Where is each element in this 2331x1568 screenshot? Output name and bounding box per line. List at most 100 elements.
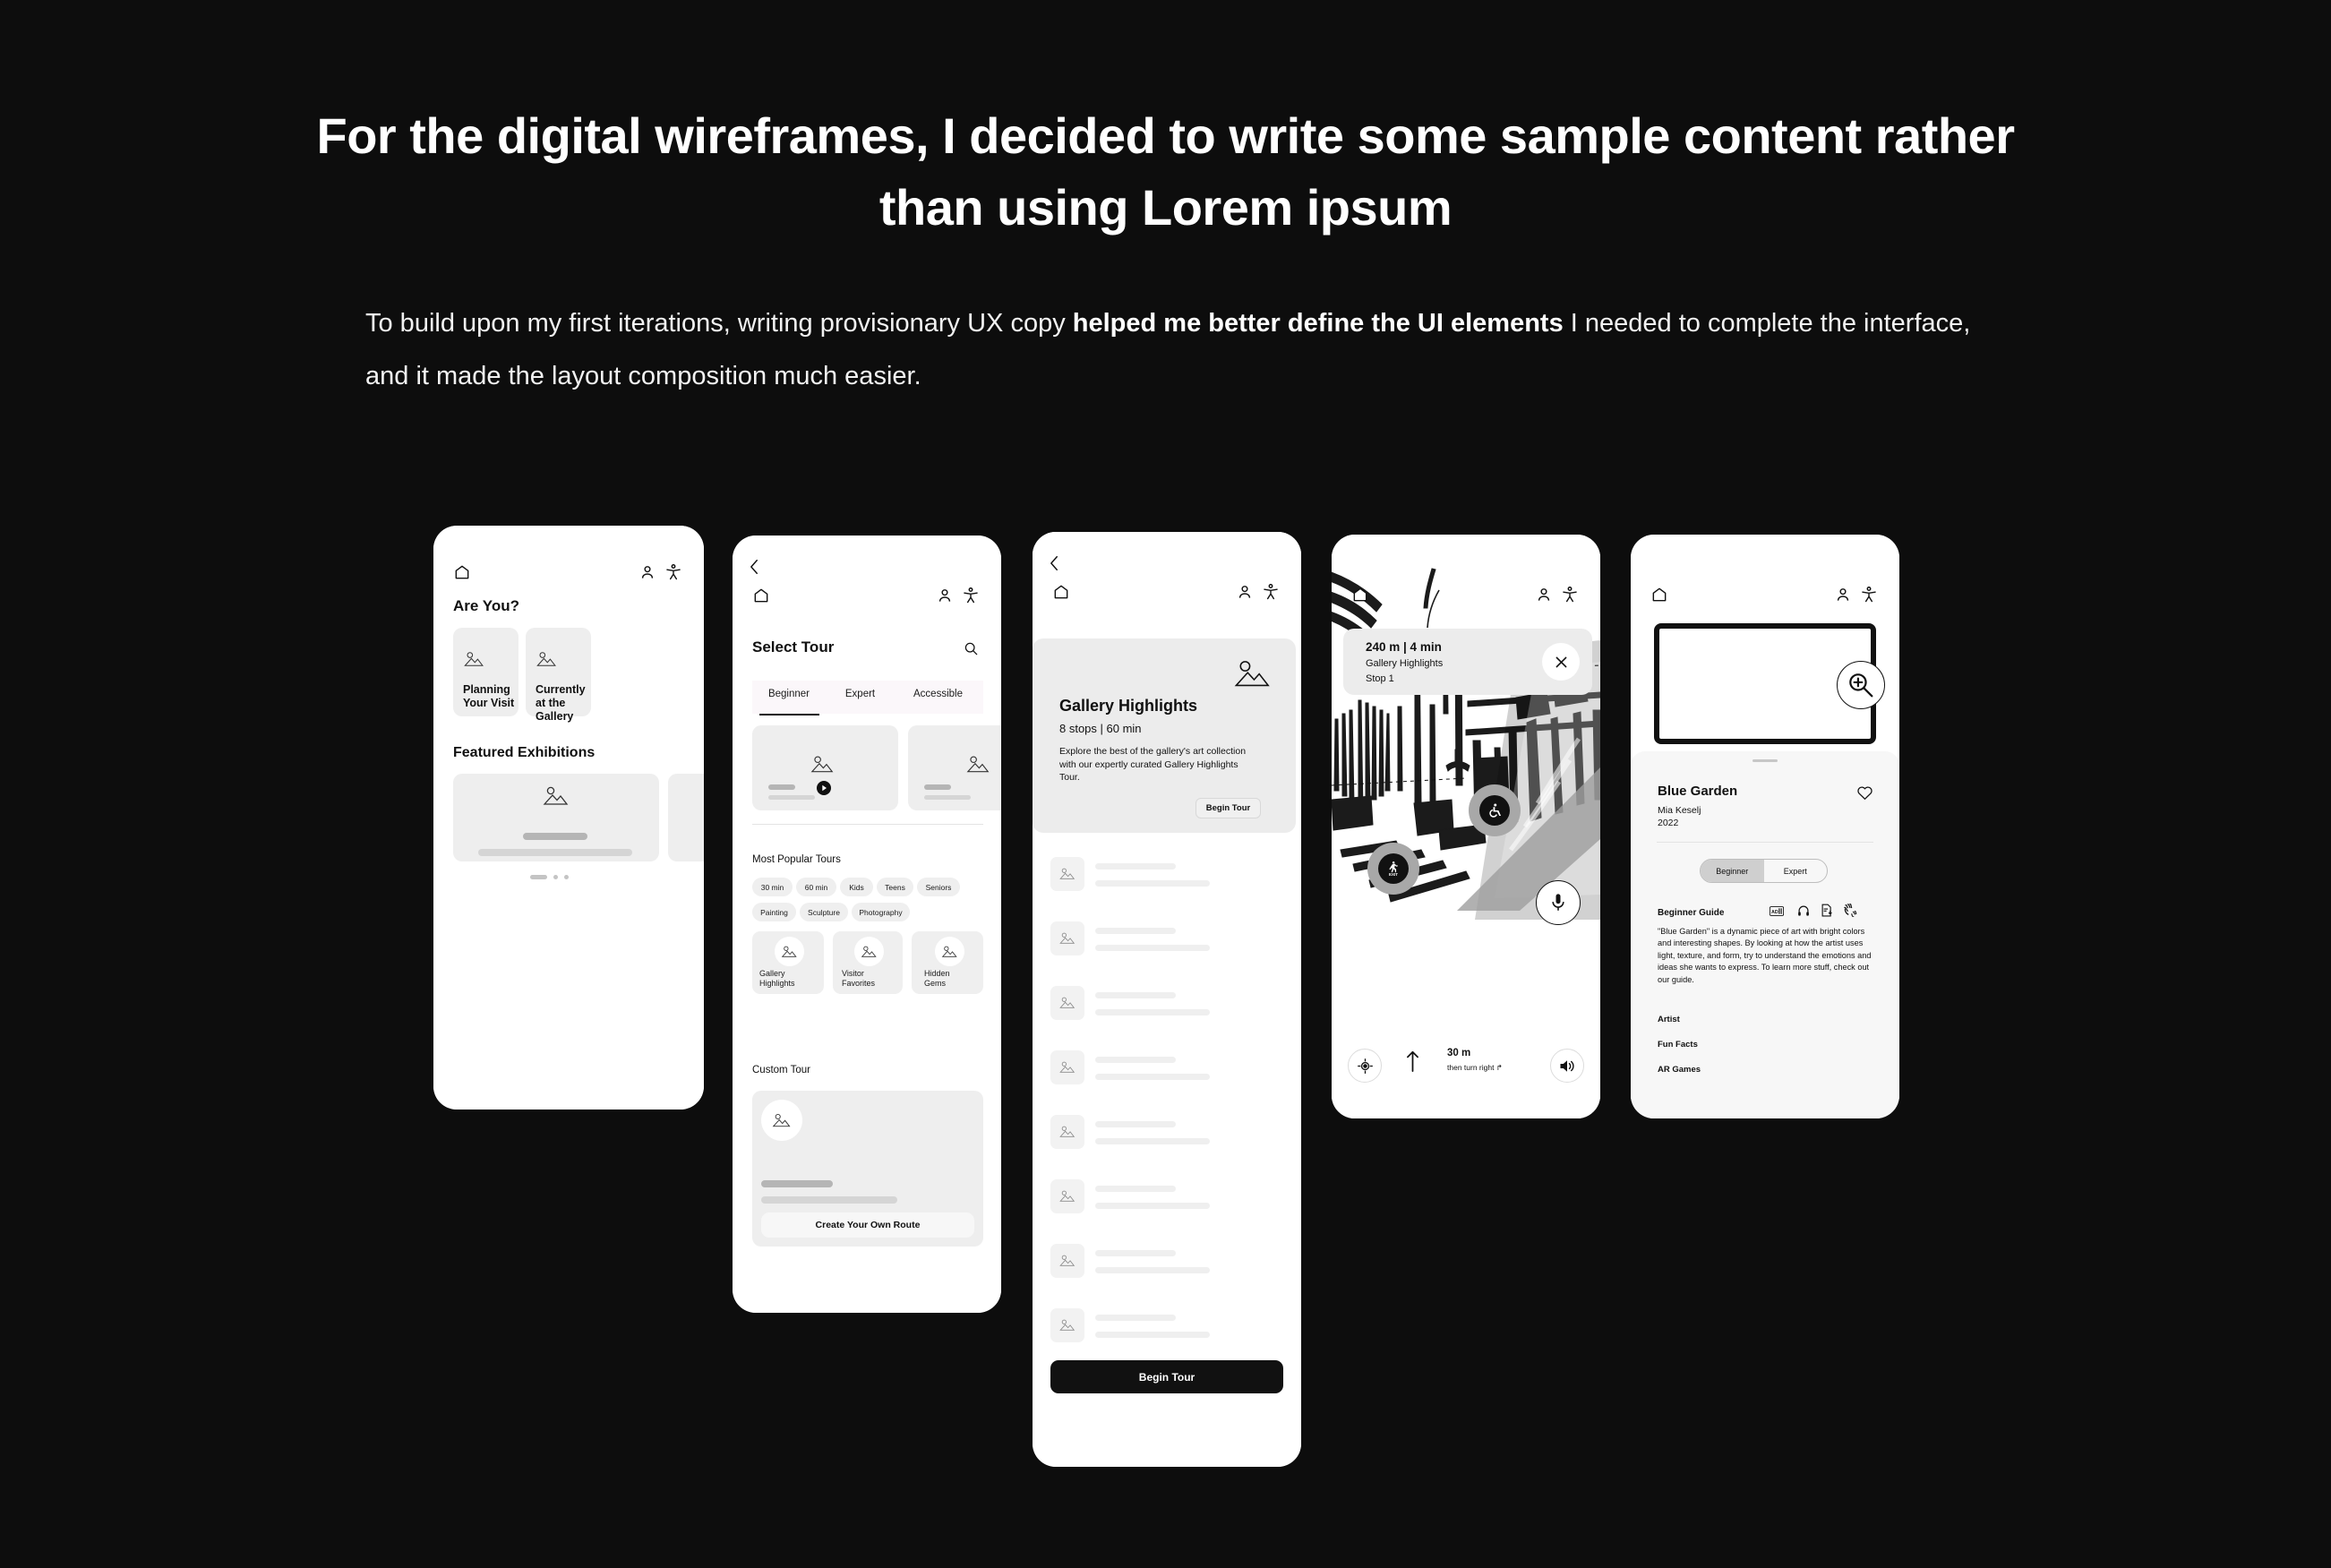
tile-label-line2: Favorites <box>842 979 876 988</box>
tab-expert[interactable]: Expert <box>831 689 889 699</box>
close-icon[interactable] <box>1542 643 1580 681</box>
chip-sculpture[interactable]: Sculpture <box>800 903 848 921</box>
artwork-title: Blue Garden <box>1658 784 1738 799</box>
card-currently-at-the-gallery[interactable]: Currently at the Gallery <box>526 628 591 723</box>
person-icon[interactable] <box>1834 586 1852 604</box>
tour-preview-card[interactable] <box>752 725 898 810</box>
carousel-dots[interactable] <box>530 875 569 879</box>
tour-preview-card-next[interactable] <box>908 725 1001 810</box>
stop-title-placeholder <box>1095 1057 1176 1063</box>
page-subcopy: To build upon my first iterations, writi… <box>365 297 1977 403</box>
chip-kids[interactable]: Kids <box>840 878 873 896</box>
chip-painting[interactable]: Painting <box>752 903 796 921</box>
volume-icon[interactable] <box>1550 1049 1584 1083</box>
image-placeholder-icon <box>542 784 570 810</box>
chip-30-min[interactable]: 30 min <box>752 878 793 896</box>
create-your-own-route-button[interactable]: Create Your Own Route <box>761 1212 974 1238</box>
microphone-icon[interactable] <box>1536 880 1581 925</box>
stop-row[interactable] <box>1050 1115 1221 1149</box>
navigation-info-card: 240 m | 4 min Gallery Highlights Stop 1 <box>1343 629 1592 695</box>
stop-thumbnail <box>1050 921 1084 955</box>
chip-seniors[interactable]: Seniors <box>917 878 960 896</box>
segment-beginner[interactable]: Beginner <box>1701 860 1764 882</box>
tour-tile-visitor-favorites[interactable]: Visitor Favorites <box>833 931 903 994</box>
document-download-icon[interactable] <box>1821 904 1833 917</box>
zoom-in-icon[interactable] <box>1837 661 1885 709</box>
stop-sub-placeholder <box>1095 1138 1210 1144</box>
stop-thumbnail <box>1050 986 1084 1020</box>
link-ar-games[interactable]: AR Games <box>1658 1065 1701 1075</box>
image-placeholder-icon <box>463 650 485 670</box>
accessible-route-poi[interactable] <box>1469 784 1521 836</box>
heart-icon[interactable] <box>1856 784 1873 801</box>
link-fun-facts[interactable]: Fun Facts <box>1658 1040 1698 1050</box>
chip-photography[interactable]: Photography <box>852 903 910 921</box>
back-chevron-icon[interactable] <box>748 558 761 576</box>
stop-row[interactable] <box>1050 921 1221 955</box>
person-icon[interactable] <box>1236 583 1254 601</box>
audio-description-icon[interactable]: AD <box>1770 906 1784 916</box>
accessibility-icon[interactable] <box>1561 586 1579 604</box>
back-chevron-icon[interactable] <box>1048 554 1061 572</box>
home-icon[interactable] <box>453 563 471 581</box>
home-icon[interactable] <box>1650 586 1668 604</box>
tile-label-line1: Hidden <box>924 969 950 978</box>
svg-text:AD: AD <box>1771 910 1778 915</box>
recenter-icon[interactable] <box>1348 1049 1382 1083</box>
guide-level-segmented-control[interactable]: Beginner Expert <box>1700 859 1828 883</box>
tab-beginner[interactable]: Beginner <box>752 689 826 699</box>
stop-thumbnail <box>1050 1179 1084 1213</box>
card-planning-your-visit[interactable]: Planning Your Visit <box>453 628 518 716</box>
stop-row[interactable] <box>1050 1179 1221 1213</box>
phone-artwork-detail: Blue Garden Mia Keselj 2022 Beginner Exp… <box>1631 535 1899 1118</box>
person-icon[interactable] <box>1535 586 1553 604</box>
tab-accessible[interactable]: Accessible <box>896 689 981 699</box>
accessibility-icon[interactable] <box>1262 583 1280 601</box>
stop-title-placeholder <box>1095 863 1176 870</box>
image-placeholder-icon <box>940 945 959 960</box>
chip-teens[interactable]: Teens <box>877 878 913 896</box>
home-icon[interactable] <box>1052 583 1070 601</box>
stop-row[interactable] <box>1050 857 1221 891</box>
search-icon[interactable] <box>964 641 979 656</box>
exit-poi[interactable]: EXIT <box>1367 843 1419 895</box>
featured-card[interactable] <box>453 774 659 861</box>
stop-row[interactable] <box>1050 986 1221 1020</box>
artwork-detail-screen: Blue Garden Mia Keselj 2022 Beginner Exp… <box>1631 535 1899 1118</box>
begin-tour-secondary-button[interactable]: Begin Tour <box>1195 798 1261 818</box>
image-placeholder-icon <box>1058 1125 1076 1140</box>
person-icon[interactable] <box>638 563 656 581</box>
accessibility-icon[interactable] <box>962 587 980 604</box>
stop-title-placeholder <box>1095 928 1176 934</box>
image-placeholder-icon <box>810 754 836 776</box>
begin-tour-button[interactable]: Begin Tour <box>1050 1360 1283 1393</box>
headphones-icon[interactable] <box>1797 904 1810 917</box>
custom-tour-card: Create Your Own Route <box>752 1091 983 1247</box>
stop-row[interactable] <box>1050 1050 1221 1084</box>
custom-tour-title: Custom Tour <box>752 1065 810 1075</box>
sheet-grabber[interactable] <box>1753 759 1778 762</box>
chip-60-min[interactable]: 60 min <box>796 878 836 896</box>
image-placeholder-icon <box>1058 996 1076 1011</box>
accessibility-icon[interactable] <box>1860 586 1878 604</box>
accessibility-icon[interactable] <box>664 563 682 581</box>
home-icon[interactable] <box>1351 586 1369 604</box>
segment-expert[interactable]: Expert <box>1764 860 1828 882</box>
stop-row[interactable] <box>1050 1308 1221 1342</box>
exit-label: EXIT <box>1388 871 1398 877</box>
tour-subtitle: 8 stops | 60 min <box>1059 722 1142 735</box>
sign-language-icon[interactable] <box>1843 903 1858 917</box>
home-icon[interactable] <box>752 587 770 604</box>
stop-row[interactable] <box>1050 1244 1221 1278</box>
play-icon[interactable] <box>817 781 831 795</box>
tile-label-line1: Gallery <box>759 969 785 978</box>
tour-tile-gallery-highlights[interactable]: Gallery Highlights <box>752 931 824 994</box>
custom-tour-avatar <box>761 1100 802 1141</box>
tour-tile-hidden-gems[interactable]: Hidden Gems <box>912 931 983 994</box>
featured-card-next[interactable] <box>668 774 704 861</box>
link-artist[interactable]: Artist <box>1658 1015 1680 1024</box>
carousel-dot <box>553 875 558 879</box>
tour-detail-screen: Gallery Highlights 8 stops | 60 min Expl… <box>1033 532 1301 1467</box>
tab-active-underline <box>759 714 819 715</box>
person-icon[interactable] <box>936 587 954 604</box>
